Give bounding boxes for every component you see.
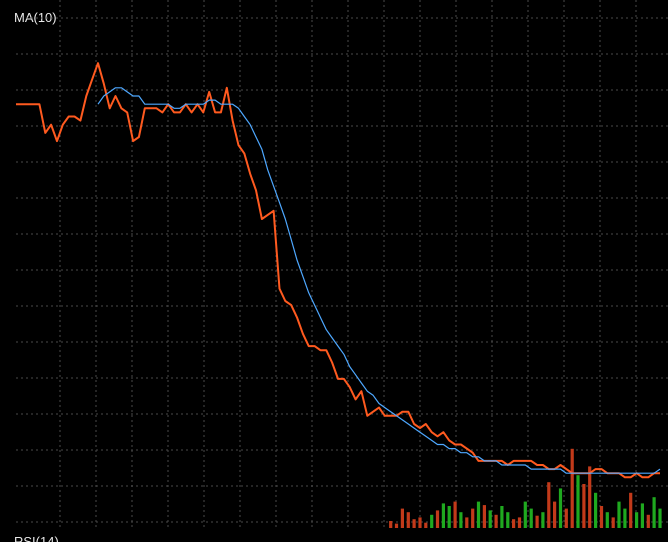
volume-bar [564, 508, 568, 528]
volume-bar [488, 510, 492, 528]
volume-bar [418, 517, 422, 528]
volume-bar [623, 508, 627, 528]
volume-bar [599, 506, 604, 528]
volume-bar [482, 505, 486, 528]
volume-bar [389, 521, 393, 528]
volume-bar [611, 517, 615, 528]
volume-bar [494, 514, 498, 528]
volume-bar [617, 501, 621, 528]
volume-bar [453, 501, 457, 528]
moving-average-line [97, 87, 661, 474]
volume-bar [512, 519, 516, 528]
volume-bar [412, 519, 416, 528]
volume-bar [576, 475, 580, 528]
volume-bar [529, 508, 533, 528]
volume-bar [547, 482, 551, 528]
volume-bar [430, 514, 434, 528]
price-chart [16, 0, 668, 530]
volume-bar [588, 466, 592, 528]
volume-bar [424, 522, 428, 528]
volume-bar [435, 510, 440, 528]
volume-bar [629, 492, 633, 528]
volume-bar [605, 512, 609, 528]
volume-bar [523, 501, 527, 528]
volume-bar [400, 508, 404, 528]
volume-bar [558, 488, 563, 528]
volume-bar [646, 514, 650, 528]
volume-bar [506, 512, 510, 528]
chart-container: MA(10) RSI(14) [0, 0, 668, 542]
lower-indicator-label: RSI(14) [14, 534, 59, 542]
volume-bar [447, 506, 451, 528]
volume-bar [640, 503, 644, 528]
volume-bar [459, 512, 463, 528]
volume-bar [652, 497, 656, 528]
volume-bar [658, 508, 662, 528]
volume-bar [500, 506, 504, 528]
volume-bar [541, 512, 545, 528]
volume-bar [570, 448, 574, 528]
volume-bar [517, 517, 522, 528]
volume-bar [406, 512, 410, 528]
volume-bar [535, 515, 539, 528]
grid [16, 0, 668, 530]
volume-bar [635, 512, 639, 528]
volume-bar [441, 503, 445, 528]
volume-bar [394, 523, 399, 528]
volume-bar [471, 508, 475, 528]
volume-bar [594, 492, 598, 528]
volume-bar [476, 501, 481, 528]
volume-bar [465, 517, 469, 528]
volume-bar [553, 501, 557, 528]
volume-bar [582, 484, 586, 528]
